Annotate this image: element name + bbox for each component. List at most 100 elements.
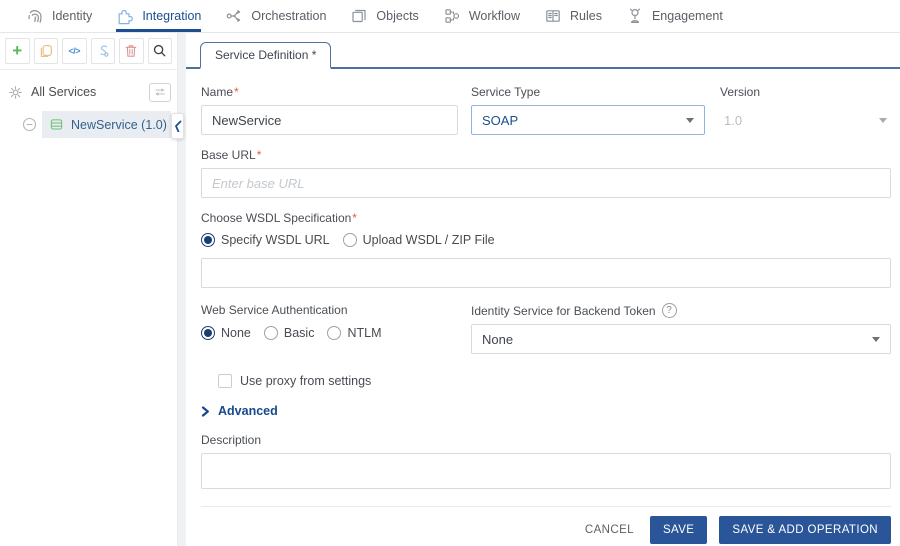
auth-row: Web Service Authentication None Basic NT…	[201, 303, 891, 354]
radio-selected-icon	[201, 326, 215, 340]
sidebar-toolbar: + </>	[0, 33, 177, 70]
help-icon[interactable]: ?	[661, 303, 677, 318]
radio-auth-basic[interactable]: Basic	[263, 325, 315, 341]
search-services-button[interactable]	[147, 38, 172, 64]
radio-label: Upload WSDL / ZIP File	[362, 233, 495, 247]
help-glyph: ?	[666, 305, 672, 316]
engagement-icon	[629, 8, 640, 23]
web-service-auth-group: Web Service Authentication None Basic NT…	[201, 303, 458, 354]
nav-tab-orchestration[interactable]: Orchestration	[225, 0, 326, 32]
services-sidebar: + </> All Services NewService (1.0)	[0, 33, 178, 546]
service-type-value: SOAP	[482, 112, 519, 128]
chevron-down-icon	[686, 117, 694, 123]
nav-tab-engagement[interactable]: Engagement	[626, 0, 723, 32]
nav-tab-integration[interactable]: Integration	[116, 0, 202, 32]
proxy-checkbox[interactable]	[218, 374, 232, 388]
copy-service-button[interactable]	[33, 38, 58, 64]
required-mark: *	[234, 85, 239, 99]
chevron-right-icon	[201, 405, 209, 417]
trash-icon	[125, 45, 137, 57]
radio-auth-ntlm[interactable]: NTLM	[327, 325, 382, 341]
form-footer: CANCEL SAVE SAVE & ADD OPERATION	[201, 506, 891, 544]
nav-tab-identity[interactable]: Identity	[26, 0, 92, 32]
base-url-input[interactable]	[201, 168, 891, 198]
form-row-1: Name* Service Type SOAP Version 1.0	[201, 85, 891, 135]
chevron-down-icon	[879, 117, 887, 123]
gear-icon	[9, 85, 22, 99]
all-services-row[interactable]: All Services	[8, 80, 171, 104]
radio-specify-wsdl-url[interactable]: Specify WSDL URL	[201, 232, 330, 248]
radio-selected-icon	[201, 233, 215, 247]
save-button[interactable]: SAVE	[649, 516, 708, 544]
sliders-icon	[155, 88, 165, 96]
advanced-toggle[interactable]: Advanced	[201, 404, 891, 418]
fingerprint-icon	[28, 9, 42, 23]
proxy-checkbox-label: Use proxy from settings	[240, 374, 372, 388]
nav-tab-label: Integration	[142, 8, 202, 23]
base-url-field-group: Base URL*	[201, 148, 891, 198]
version-dropdown[interactable]: 1.0	[720, 105, 891, 135]
import-icon	[100, 45, 109, 57]
required-mark: *	[352, 211, 357, 225]
service-icon	[50, 119, 63, 130]
radio-auth-none[interactable]: None	[201, 325, 251, 341]
version-field-group: Version 1.0	[720, 85, 891, 135]
required-mark: *	[256, 148, 262, 162]
selected-service-row[interactable]: NewService (1.0)	[42, 111, 171, 138]
description-label: Description	[201, 433, 262, 447]
wsdl-url-input[interactable]	[201, 258, 891, 288]
radio-unselected-icon	[263, 326, 278, 340]
service-type-dropdown[interactable]: SOAP	[471, 105, 705, 135]
base-url-label: Base URL*	[201, 148, 262, 162]
identity-service-label-row: Identity Service for Backend Token ?	[471, 303, 891, 318]
all-services-label: All Services	[31, 85, 97, 99]
code-icon: </>	[68, 46, 80, 56]
service-tree-item[interactable]: NewService (1.0)	[8, 111, 171, 138]
workflow-icon	[445, 8, 459, 23]
wsdl-spec-label: Choose WSDL Specification*	[201, 211, 357, 225]
copy-icon	[40, 45, 52, 57]
save-add-operation-button[interactable]: SAVE & ADD OPERATION	[719, 516, 891, 544]
nav-tab-workflow[interactable]: Workflow	[443, 0, 520, 32]
nav-tab-label: Orchestration	[251, 8, 327, 23]
code-view-button[interactable]: </>	[62, 38, 87, 64]
collapse-node-toggle[interactable]	[22, 117, 37, 132]
wsdl-spec-radio-group: Specify WSDL URL Upload WSDL / ZIP File	[201, 232, 891, 248]
nav-tab-label: Rules	[569, 8, 602, 23]
service-name-label: NewService (1.0)	[71, 117, 167, 132]
rules-icon	[546, 9, 560, 22]
main-content: Service Definition * Name* Service Type …	[186, 33, 900, 546]
proxy-checkbox-row[interactable]: Use proxy from settings	[218, 374, 891, 388]
wsdl-spec-group: Choose WSDL Specification* Specify WSDL …	[201, 211, 891, 288]
identity-service-group: Identity Service for Backend Token ? Non…	[471, 303, 891, 354]
radio-label: Specify WSDL URL	[221, 233, 330, 247]
version-label: Version	[720, 85, 761, 99]
radio-upload-wsdl-zip[interactable]: Upload WSDL / ZIP File	[342, 232, 495, 248]
name-input[interactable]	[201, 105, 458, 135]
service-type-label: Service Type	[471, 85, 541, 99]
radio-label: NTLM	[347, 326, 382, 340]
plus-icon: +	[12, 40, 23, 60]
sidebar-collapse-button[interactable]	[171, 113, 184, 139]
radio-label: Basic	[283, 326, 315, 340]
radio-unselected-icon	[327, 326, 342, 340]
nav-tab-objects[interactable]: Objects	[350, 0, 419, 32]
nav-tab-label: Engagement	[651, 8, 723, 23]
tree-settings-button[interactable]	[149, 82, 171, 102]
import-service-button[interactable]	[90, 38, 115, 64]
auth-radio-group: None Basic NTLM	[201, 325, 458, 341]
version-value: 1.0	[724, 112, 743, 128]
chevron-left-icon	[174, 120, 181, 132]
cancel-button[interactable]: CANCEL	[581, 516, 638, 544]
tab-service-definition[interactable]: Service Definition *	[200, 42, 332, 69]
description-textarea[interactable]	[201, 453, 891, 489]
identity-service-value: None	[482, 331, 514, 347]
add-service-button[interactable]: +	[5, 38, 30, 64]
delete-service-button[interactable]	[119, 38, 144, 64]
identity-service-dropdown[interactable]: None	[471, 324, 891, 354]
chevron-down-icon	[872, 336, 880, 342]
nav-tab-rules[interactable]: Rules	[544, 0, 602, 32]
app-body: + </> All Services NewService (1.0) Serv…	[0, 33, 900, 546]
name-label: Name*	[201, 85, 239, 99]
services-tree: All Services NewService (1.0)	[0, 70, 177, 138]
